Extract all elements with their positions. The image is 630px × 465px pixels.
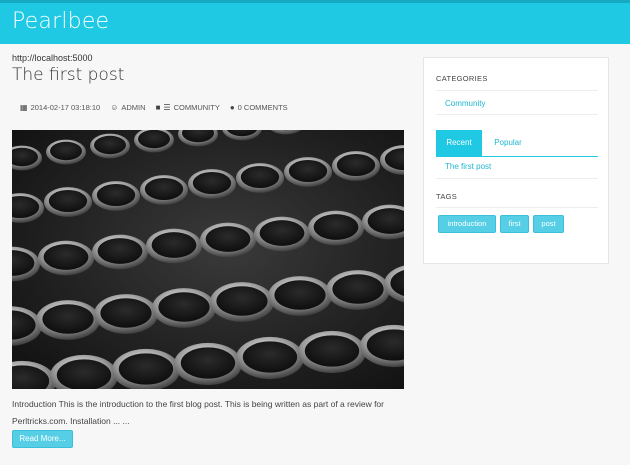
tab-recent[interactable]: Recent <box>436 130 482 156</box>
typewriter-key-face <box>313 214 359 240</box>
typewriter-key-face <box>96 183 136 207</box>
navbar: Pearlbee <box>0 0 630 44</box>
divider <box>436 178 598 179</box>
sidebar: CATEGORIES Community Recent Popular The … <box>423 57 609 264</box>
post-date: 2014-02-17 03:18:10 <box>30 103 101 112</box>
typewriter-key-face <box>216 286 268 316</box>
typewriter-key-face <box>242 341 298 373</box>
post-image[interactable] <box>12 130 404 389</box>
post-meta: ▦ 2014-02-17 03:18:10 ☺ ADMIN ■ ☰ COMMUN… <box>20 103 288 112</box>
site-url: http://localhost:5000 <box>12 53 93 63</box>
calendar-icon: ▦ <box>20 103 28 112</box>
tags-heading: TAGS <box>436 192 458 201</box>
category-link-community[interactable]: Community <box>445 99 485 108</box>
typewriter-key-face <box>151 232 197 258</box>
typewriter-key-face <box>336 153 376 177</box>
typewriter-key-face <box>118 353 174 385</box>
typewriter-key-face <box>332 274 384 304</box>
tag-post[interactable]: post <box>533 215 564 233</box>
typewriter-key-face <box>48 189 88 213</box>
read-more-button[interactable]: Read More... <box>12 430 73 448</box>
divider <box>436 90 598 91</box>
typewriter-key-face <box>180 347 236 379</box>
tag-first[interactable]: first <box>500 215 529 233</box>
categories-heading: CATEGORIES <box>436 74 488 83</box>
typewriter-key-face <box>50 141 82 161</box>
typewriter-key-face <box>94 135 126 155</box>
tag-introduction[interactable]: introduction <box>438 215 496 233</box>
typewriter-key-face <box>158 292 210 322</box>
typewriter-key-face <box>144 177 184 201</box>
typewriter-key-face <box>205 226 251 252</box>
typewriter-key-face <box>288 159 328 183</box>
brand-logo-link[interactable]: Pearlbee <box>12 9 109 34</box>
post-category-link[interactable]: COMMUNITY <box>174 103 220 112</box>
list-icon: ☰ <box>163 103 171 112</box>
tab-popular[interactable]: Popular <box>482 130 534 156</box>
folder-icon: ■ <box>155 103 161 112</box>
post-excerpt: Introduction This is the introduction to… <box>12 396 404 430</box>
typewriter-key-face <box>304 335 360 367</box>
post-title-link[interactable]: The first post <box>12 65 404 85</box>
main-content: http://localhost:5000 The first post ▦ 2… <box>12 52 404 448</box>
tab-underline <box>436 156 598 157</box>
user-icon: ☺ <box>110 103 119 112</box>
typewriter-key-face <box>43 244 89 270</box>
typewriter-key-face <box>97 238 143 264</box>
typewriter-key-face <box>138 130 170 149</box>
typewriter-key-face <box>192 171 232 195</box>
divider <box>436 114 598 115</box>
typewriter-key-face <box>100 298 152 328</box>
typewriter-key-face <box>274 280 326 310</box>
typewriter-key-face <box>42 304 94 334</box>
typewriter-key-face <box>259 220 305 246</box>
excerpt-line-1: Introduction This is the introduction to… <box>12 399 384 409</box>
post-author-link[interactable]: ADMIN <box>121 103 145 112</box>
post-comments-link[interactable]: 0 COMMENTS <box>238 103 288 112</box>
excerpt-line-2: Perltricks.com. Installation ... ... <box>12 416 130 426</box>
comment-icon: ● <box>229 103 235 112</box>
typewriter-key-face <box>240 165 280 189</box>
recent-post-link[interactable]: The first post <box>445 162 491 171</box>
divider <box>436 207 598 208</box>
